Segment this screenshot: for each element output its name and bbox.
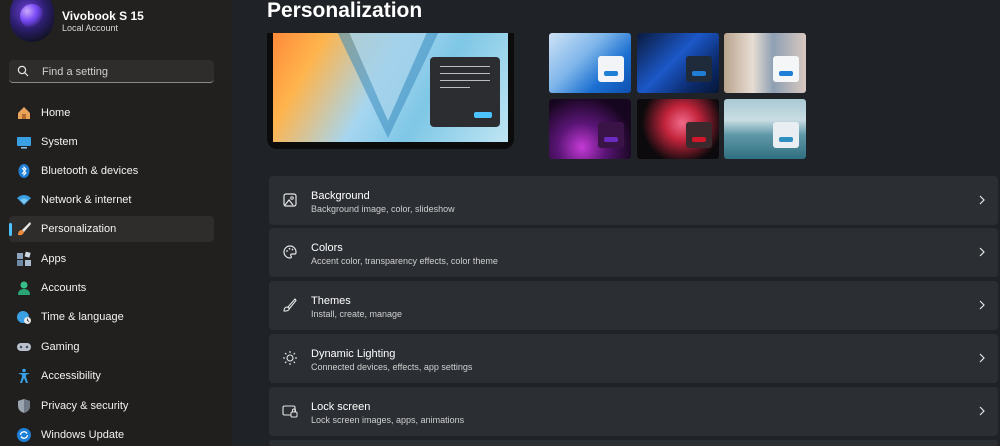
sidebar-item-label: Gaming <box>41 341 80 353</box>
search-input[interactable]: Find a setting <box>9 60 214 83</box>
sidebar-item-system[interactable]: System <box>9 129 214 155</box>
sidebar-item-label: Personalization <box>41 223 117 235</box>
accessibility-icon <box>18 368 30 383</box>
chevron-right-icon <box>979 406 985 416</box>
setting-colors[interactable]: Colors Accent color, transparency effect… <box>269 228 998 277</box>
theme-windows-dark[interactable] <box>637 33 719 93</box>
sidebar-item-personalization[interactable]: Personalization <box>9 216 214 242</box>
chevron-right-icon <box>979 300 985 310</box>
theme-windows-light[interactable] <box>549 33 631 93</box>
home-icon <box>18 107 30 119</box>
bluetooth-icon <box>18 164 30 178</box>
sidebar-item-label: Accounts <box>41 282 87 294</box>
setting-subtitle: Accent color, transparency effects, colo… <box>311 256 498 266</box>
search-icon <box>17 65 29 77</box>
setting-subtitle: Install, create, manage <box>311 309 403 319</box>
main-content: Personalization Background Background im… <box>232 0 1000 446</box>
gamepad-icon <box>17 343 31 351</box>
sidebar-item-windows-update[interactable]: Windows Update <box>9 422 214 446</box>
avatar[interactable] <box>10 0 54 42</box>
sidebar-item-label: Bluetooth & devices <box>41 165 139 177</box>
brush-icon <box>283 298 297 312</box>
setting-title: Dynamic Lighting <box>311 348 396 360</box>
account-type: Local Account <box>62 23 119 33</box>
setting-lock-screen[interactable]: Lock screen Lock screen images, apps, an… <box>269 387 998 436</box>
chevron-right-icon <box>979 195 985 205</box>
chevron-right-icon <box>979 247 985 257</box>
sidebar-item-apps[interactable]: Apps <box>9 246 214 272</box>
preview-window <box>430 57 500 127</box>
sun-icon <box>283 351 297 365</box>
account-header[interactable]: Vivobook S 15 Local Account <box>8 0 223 44</box>
preview-wallpaper <box>273 33 508 142</box>
sidebar-item-network[interactable]: Network & internet <box>9 187 214 213</box>
sidebar-item-label: Network & internet <box>41 194 132 206</box>
apps-icon <box>17 251 31 266</box>
setting-title: Background <box>311 190 370 202</box>
palette-icon <box>283 245 297 259</box>
sidebar-item-privacy-security[interactable]: Privacy & security <box>9 393 214 419</box>
sidebar-item-accounts[interactable]: Accounts <box>9 275 214 301</box>
desktop-preview <box>267 33 514 149</box>
accounts-icon <box>18 281 30 295</box>
paintbrush-icon <box>18 222 31 236</box>
sidebar-item-label: Accessibility <box>41 370 101 382</box>
account-name: Vivobook S 15 <box>62 9 144 23</box>
theme-grid <box>549 33 809 160</box>
setting-background[interactable]: Background Background image, color, slid… <box>269 176 998 225</box>
theme-captured-motion[interactable] <box>637 99 719 159</box>
shield-icon <box>18 399 30 413</box>
theme-flowers[interactable] <box>724 33 806 93</box>
system-icon <box>17 137 31 149</box>
setting-subtitle: Lock screen images, apps, animations <box>311 415 465 425</box>
sidebar-item-label: Home <box>41 107 71 119</box>
setting-title: Colors <box>311 242 343 254</box>
update-icon <box>17 428 31 442</box>
setting-title: Themes <box>311 295 351 307</box>
setting-subtitle: Background image, color, slideshow <box>311 204 455 214</box>
sidebar-item-label: Apps <box>41 253 67 265</box>
setting-next-partial[interactable] <box>269 440 998 446</box>
sidebar-item-gaming[interactable]: Gaming <box>9 334 214 360</box>
sidebar-item-accessibility[interactable]: Accessibility <box>9 363 214 389</box>
sidebar-item-bluetooth[interactable]: Bluetooth & devices <box>9 158 214 184</box>
theme-glow[interactable] <box>549 99 631 159</box>
page-title: Personalization <box>267 0 423 22</box>
sidebar-item-home[interactable]: Home <box>9 100 214 126</box>
theme-sunrise-lake[interactable] <box>724 99 806 159</box>
sidebar-item-label: Privacy & security <box>41 400 129 412</box>
picture-icon <box>283 193 297 207</box>
wifi-icon <box>17 195 31 205</box>
search-placeholder: Find a setting <box>42 66 109 78</box>
sidebar-item-label: Windows Update <box>41 429 125 441</box>
setting-themes[interactable]: Themes Install, create, manage <box>269 281 998 330</box>
lock-screen-icon <box>282 405 298 418</box>
chevron-right-icon <box>979 353 985 363</box>
setting-title: Lock screen <box>311 401 371 413</box>
setting-dynamic-lighting[interactable]: Dynamic Lighting Connected devices, effe… <box>269 334 998 383</box>
setting-subtitle: Connected devices, effects, app settings <box>311 362 473 372</box>
sidebar-item-label: System <box>41 136 78 148</box>
sidebar-item-time-language[interactable]: Time & language <box>9 304 214 330</box>
sidebar-item-label: Time & language <box>41 311 124 323</box>
sidebar: Vivobook S 15 Local Account Find a setti… <box>0 0 232 446</box>
globe-clock-icon <box>17 311 31 324</box>
